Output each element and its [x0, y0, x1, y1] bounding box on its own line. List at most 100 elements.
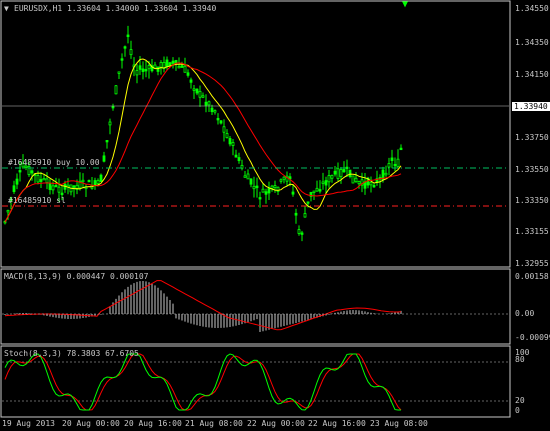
- candle-body: [147, 65, 151, 70]
- current-price-label: 1.33940: [512, 102, 550, 111]
- candle-body: [180, 65, 184, 68]
- symbol-dropdown-icon[interactable]: ▼: [4, 4, 9, 13]
- candle-body: [306, 201, 310, 204]
- candle-body: [255, 185, 259, 189]
- candle-body: [72, 185, 76, 188]
- candle-body: [249, 178, 253, 185]
- price-tick: 1.34350: [515, 38, 549, 47]
- candle-body: [270, 185, 274, 189]
- stoch-main-line: [4, 353, 401, 411]
- candle-body: [315, 187, 319, 192]
- time-tick: 23 Aug 08:00: [370, 419, 428, 428]
- candle-body: [267, 188, 271, 194]
- candle-body: [189, 79, 193, 83]
- stoch-tick: 20: [515, 396, 525, 405]
- candle-body: [333, 170, 337, 175]
- candle-body: [141, 68, 145, 72]
- candle-body: [192, 88, 196, 91]
- candle-body: [312, 190, 316, 193]
- candle-body: [399, 147, 403, 151]
- candle-body: [264, 191, 268, 195]
- candle-body: [36, 175, 40, 183]
- candle-body: [54, 184, 58, 188]
- candle-body: [117, 71, 121, 74]
- candle-body: [204, 101, 208, 106]
- order-sl-label[interactable]: #16485910 sl: [8, 196, 66, 205]
- chart-title: EURUSDX,H1 1.33604 1.34000 1.33604 1.339…: [14, 4, 217, 13]
- candle-body: [81, 179, 85, 183]
- candle-body: [297, 229, 301, 234]
- candle-body: [279, 179, 283, 182]
- candle-body: [126, 34, 130, 38]
- macd-label: MACD(8,13,9) 0.000447 0.000107: [4, 272, 149, 281]
- candle-body: [42, 177, 46, 181]
- chart-window[interactable]: ▼ EURUSDX,H1 1.33604 1.34000 1.33604 1.3…: [0, 0, 550, 431]
- candle-body: [39, 179, 43, 182]
- macd-tick: 0.00: [515, 309, 535, 318]
- candle-body: [372, 185, 376, 188]
- candle-body: [210, 107, 214, 113]
- candle-body: [351, 175, 355, 184]
- candle-body: [339, 169, 343, 178]
- candle-body: [120, 58, 124, 61]
- candle-body: [48, 182, 52, 190]
- trade-arrow-icon: ▼: [402, 0, 409, 10]
- candle-body: [357, 181, 361, 185]
- candle-body: [111, 105, 115, 109]
- stoch-label: Stoch(8,3,3) 78.3803 67.6705: [4, 349, 139, 358]
- candle-body: [198, 90, 202, 98]
- candle-body: [138, 65, 142, 70]
- candle-body: [183, 65, 187, 73]
- candle-body: [228, 138, 232, 145]
- candle-body: [105, 139, 109, 143]
- candle-body: [282, 176, 286, 180]
- candle-body: [186, 72, 190, 76]
- time-tick: 20 Aug 00:00: [62, 419, 120, 428]
- candle-body: [216, 118, 220, 121]
- price-panel: [2, 25, 509, 242]
- candle-body: [258, 197, 262, 200]
- candle-body: [222, 126, 226, 133]
- candle-body: [129, 49, 133, 56]
- candle-body: [327, 175, 331, 183]
- candle-body: [18, 170, 22, 173]
- candle-body: [243, 175, 247, 178]
- candle-body: [261, 188, 265, 193]
- candle-body: [393, 163, 397, 167]
- candle-body: [102, 155, 106, 162]
- stoch-tick: 80: [515, 355, 525, 364]
- order-buy-label[interactable]: #16485910 buy 10.00: [8, 158, 100, 167]
- candle-body: [354, 177, 358, 183]
- candle-body: [144, 69, 148, 72]
- price-tick: 1.34150: [515, 70, 549, 79]
- candle-body: [225, 133, 229, 139]
- macd-panel: [2, 280, 509, 332]
- candle-body: [294, 212, 298, 216]
- candle-body: [252, 185, 256, 190]
- candle-body: [336, 168, 340, 179]
- candle-body: [246, 173, 250, 180]
- candle-body: [369, 181, 373, 186]
- price-tick: 1.33155: [515, 227, 549, 236]
- candle-body: [330, 174, 334, 179]
- macd-tick: 0.00158: [515, 272, 549, 281]
- candle-body: [207, 101, 211, 106]
- price-panel-frame: [0, 0, 511, 268]
- time-tick: 21 Aug 08:00: [185, 419, 243, 428]
- chart-canvas[interactable]: [0, 0, 550, 431]
- candle-body: [99, 174, 103, 183]
- stoch-signal-line: [4, 353, 402, 411]
- candle-body: [108, 121, 112, 126]
- candle-body: [93, 180, 97, 186]
- candle-body: [57, 186, 61, 193]
- price-tick: 1.33550: [515, 165, 549, 174]
- candle-body: [201, 95, 205, 98]
- candle-body: [45, 178, 49, 184]
- candle-body: [342, 169, 346, 173]
- candle-body: [114, 85, 118, 95]
- candle-body: [303, 213, 307, 218]
- candle-body: [195, 88, 199, 94]
- candle-body: [51, 185, 55, 191]
- stochastic-panel: [2, 353, 509, 411]
- candle-body: [384, 172, 388, 176]
